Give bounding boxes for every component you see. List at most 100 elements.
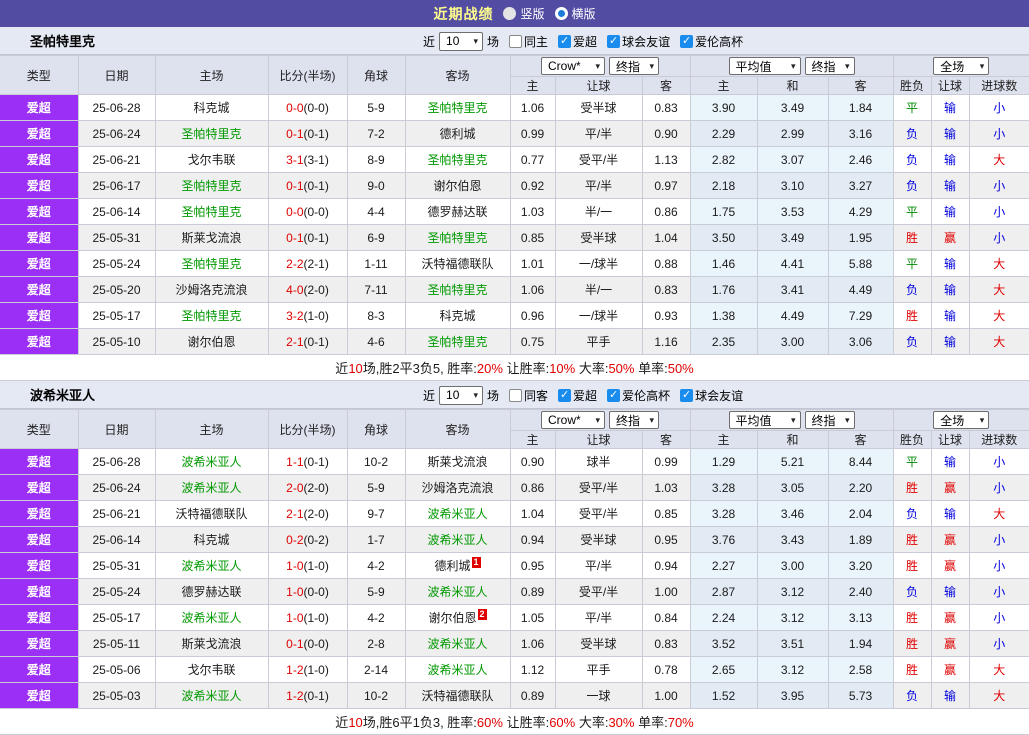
- halftime-score: (0-0): [303, 204, 329, 219]
- average-odds-select[interactable]: 平均值 ▾: [728, 57, 801, 75]
- home-team-name: 波希米亚人: [181, 455, 242, 469]
- select-value: Crow*: [548, 59, 581, 73]
- select-value: 10: [446, 34, 460, 48]
- check-icon: ✓: [559, 34, 570, 47]
- filter-option: ✓ 球会友谊: [680, 387, 743, 404]
- fullmatch-select[interactable]: 全场 ▾: [933, 57, 990, 75]
- filter-option: ✓ 球会友谊: [607, 33, 670, 50]
- score-cell: 0-1(0-1): [267, 172, 348, 199]
- team-strip: 波希米亚人近 10 ▾ 场同客 ✓ 爱超 ✓ 爱伦高杯 ✓ 球会友谊: [0, 381, 1029, 409]
- home-team-name: 圣帕特里克: [181, 257, 242, 271]
- goals-result-cell: 小: [968, 198, 1029, 225]
- home-team-cell: 圣帕特里克: [154, 250, 269, 277]
- recent-count-select[interactable]: 10 ▾: [439, 31, 484, 51]
- check-icon: ✓: [681, 34, 692, 47]
- league-type-cell: 爱超: [0, 474, 79, 501]
- filter-checkbox[interactable]: ✓: [607, 34, 621, 48]
- column-header: 主: [689, 76, 758, 95]
- home-team-name: 波希米亚人: [181, 689, 242, 703]
- score-cell: 3-1(3-1): [267, 146, 348, 173]
- radio-selected-icon[interactable]: [554, 7, 568, 20]
- final-odds-select[interactable]: 终指 ▾: [609, 411, 659, 429]
- table-row: 爱超 25-05-17 波希米亚人 1-0(1-0) 4-2 谢尔伯恩 2 1.05 平/半 0.…: [0, 604, 1029, 631]
- table-row: 爱超 25-05-03 波希米亚人 1-2(0-1) 10-2 沃特福德联队 0.89 一球 1…: [0, 682, 1029, 709]
- select-value: 终指: [616, 59, 641, 74]
- fulltime-score: 2-2: [286, 256, 304, 271]
- chevron-down-icon: ▾: [595, 60, 600, 71]
- summary-segment: 近: [335, 361, 349, 376]
- corner-cell: 7-11: [346, 276, 406, 303]
- recent-count-select[interactable]: 10 ▾: [439, 385, 484, 405]
- column-header: 主场: [154, 55, 269, 95]
- summary-segment: 70%: [667, 715, 694, 730]
- average-odds-select[interactable]: 平均值 ▾: [728, 411, 801, 429]
- away-team-cell: 圣帕特里克: [404, 276, 511, 303]
- corner-cell: 4-6: [346, 328, 406, 355]
- summary-segment: 10: [348, 715, 363, 730]
- avg-home-odds-cell: 3.76: [689, 526, 758, 553]
- handicap-result-cell: 输: [930, 448, 970, 475]
- select-value: 平均值: [735, 59, 772, 74]
- handicap-cell: 受平/半: [554, 578, 643, 605]
- date-cell: 25-05-03: [77, 682, 156, 709]
- handicap-result-cell: 赢: [930, 604, 970, 631]
- away-odds-cell: 0.84: [641, 604, 691, 631]
- final-odds-select[interactable]: 终指 ▾: [609, 57, 659, 75]
- league-type-cell: 爱超: [0, 630, 79, 657]
- avg-home-odds-cell: 1.29: [689, 448, 758, 475]
- column-header: 胜负: [892, 76, 932, 95]
- corner-cell: 10-2: [346, 448, 406, 475]
- away-odds-cell: 1.00: [641, 578, 691, 605]
- table-row: 爱超 25-06-28 科克城 0-0(0-0) 5-9 圣帕特里克 1.06 受半球 0.83…: [0, 94, 1029, 121]
- fulltime-score: 2-1: [286, 334, 304, 349]
- layout-option-vertical[interactable]: 竖版: [503, 5, 545, 22]
- filter-checkbox[interactable]: ✓: [558, 34, 572, 48]
- final-odds-group-header: Crow* ▾ 终指 ▾: [509, 409, 691, 431]
- avg-draw-odds-cell: 3.00: [756, 552, 829, 579]
- halftime-score: (1-0): [303, 662, 329, 677]
- final-odds-select[interactable]: 终指 ▾: [804, 411, 855, 429]
- home-odds-cell: 0.89: [509, 682, 556, 709]
- table-row: 爱超 25-05-20 沙姆洛克流浪 4-0(2-0) 7-11 圣帕特里克 1.06 半/一…: [0, 276, 1029, 303]
- score-cell: 4-0(2-0): [267, 276, 348, 303]
- result-cell: 负: [892, 682, 932, 709]
- away-odds-cell: 0.86: [641, 198, 691, 225]
- avg-away-odds-cell: 4.49: [827, 276, 894, 303]
- away-team-cell: 德利城 1: [404, 552, 511, 579]
- away-odds-cell: 0.83: [641, 94, 691, 121]
- handicap-result-cell: 输: [930, 172, 970, 199]
- filter-checkbox[interactable]: ✓: [680, 388, 694, 402]
- filter-option: ✓ 爱伦高杯: [680, 33, 743, 50]
- home-team-cell: 斯莱戈流浪: [154, 630, 269, 657]
- score-cell: 0-1(0-1): [267, 224, 348, 251]
- fullmatch-select[interactable]: 全场 ▾: [933, 411, 990, 429]
- final-odds-select[interactable]: 终指 ▾: [804, 57, 855, 75]
- corner-cell: 5-9: [346, 474, 406, 501]
- select-value: Crow*: [548, 413, 581, 427]
- filter-checkbox[interactable]: ✓: [607, 388, 621, 402]
- home-team-name: 波希米亚人: [181, 481, 242, 495]
- header-row: 类型 日期 主场 比分(半场) 角球 客场 Crow* ▾ 终指 ▾ 平均值 ▾ 终指 ▾ 全场 ▾: [0, 409, 1029, 449]
- halftime-score: (0-0): [303, 584, 329, 599]
- filter-checkbox[interactable]: [509, 388, 523, 402]
- column-header: 客: [827, 430, 894, 449]
- date-cell: 25-05-31: [77, 552, 156, 579]
- bookmaker-select[interactable]: Crow* ▾: [541, 57, 605, 75]
- summary-segment: 30%: [608, 715, 635, 730]
- filter-checkbox[interactable]: ✓: [680, 34, 694, 48]
- radio-label: 竖版: [520, 7, 545, 21]
- corner-cell: 10-2: [346, 682, 406, 709]
- handicap-cell: 平/半: [554, 172, 643, 199]
- filter-checkbox[interactable]: [509, 34, 523, 48]
- away-team-cell: 沃特福德联队: [404, 250, 511, 277]
- summary-segment: 50%: [667, 361, 694, 376]
- layout-option-horizontal[interactable]: 横版: [554, 5, 596, 22]
- summary-segment: 20%: [476, 361, 503, 376]
- avg-home-odds-cell: 3.52: [689, 630, 758, 657]
- bookmaker-select[interactable]: Crow* ▾: [541, 411, 605, 429]
- radio-icon[interactable]: [503, 7, 517, 20]
- filter-checkbox[interactable]: ✓: [558, 388, 572, 402]
- home-team-name: 科克城: [193, 101, 230, 115]
- away-team-name: 圣帕特里克: [427, 283, 488, 297]
- table-row: 爱超 25-05-31 波希米亚人 1-0(1-0) 4-2 德利城 1 0.95 平/半 0.9…: [0, 552, 1029, 579]
